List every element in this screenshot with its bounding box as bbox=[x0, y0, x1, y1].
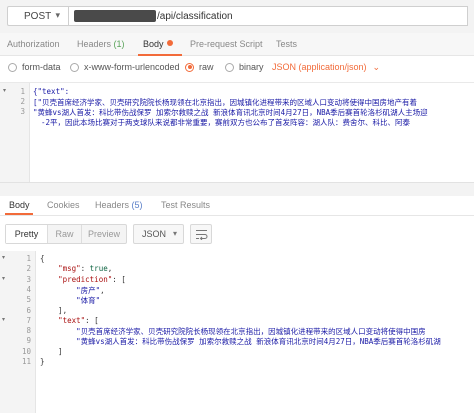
fold-arrow-icon[interactable]: ▾ bbox=[2, 254, 5, 261]
line-number: 2 bbox=[26, 264, 31, 274]
tab-pre-request-script[interactable]: Pre-request Script bbox=[190, 39, 263, 49]
radio-selected-icon bbox=[185, 62, 194, 72]
chevron-down-icon: ⌄ bbox=[372, 62, 381, 72]
line-number: 9 bbox=[26, 336, 31, 346]
tab-headers[interactable]: Headers (1) bbox=[77, 39, 125, 49]
response-code-line: ], bbox=[40, 305, 68, 315]
radio-circle-icon bbox=[225, 62, 234, 72]
response-code-line: "msg": true, bbox=[58, 264, 113, 274]
response-code-line: "prediction": [ bbox=[58, 274, 126, 284]
content-type-select[interactable]: JSON (application/json) ⌄ bbox=[272, 62, 380, 73]
active-tab-indicator bbox=[5, 213, 33, 215]
response-body-viewer[interactable]: ▾ 1 2 ▾ 3 4 5 6 ▾ 7 8 9 10 11 { "msg": true, "predict… bbox=[0, 251, 474, 413]
line-gutter: ▾ 1 2 ▾ 3 4 5 6 ▾ 7 8 9 10 11 bbox=[0, 251, 36, 413]
line-number: 1 bbox=[20, 87, 25, 96]
line-number: 1 bbox=[26, 254, 31, 263]
radio-circle-icon bbox=[8, 62, 17, 72]
url-path: /api/classification bbox=[157, 10, 233, 22]
chevron-down-icon: ▾ bbox=[55, 10, 60, 20]
tab-cookies[interactable]: Cookies bbox=[47, 200, 80, 210]
response-tabs: Body Cookies Headers (5) Test Results bbox=[0, 196, 474, 216]
tab-tests[interactable]: Tests bbox=[276, 39, 297, 49]
fold-arrow-icon[interactable]: ▾ bbox=[2, 316, 5, 323]
line-number: 4 bbox=[26, 284, 31, 294]
response-format-select[interactable]: JSON ▾ bbox=[133, 224, 184, 244]
radio-x-www-form-urlencoded[interactable]: x-www-form-urlencoded bbox=[70, 62, 180, 72]
response-code-line: { bbox=[40, 254, 45, 263]
radio-circle-icon bbox=[70, 62, 79, 72]
pane-divider[interactable] bbox=[0, 182, 474, 196]
url-input[interactable]: /api/classification bbox=[68, 6, 468, 26]
line-number: 6 bbox=[26, 305, 31, 315]
radio-binary[interactable]: binary bbox=[225, 62, 264, 72]
tab-response-body[interactable]: Body bbox=[9, 200, 30, 210]
tab-body[interactable]: Body bbox=[143, 39, 173, 49]
view-raw-button[interactable]: Raw bbox=[48, 225, 82, 243]
response-toolbar: Pretty Raw Preview JSON ▾ bbox=[0, 218, 474, 250]
code-line-wrap: -2平，因此本场比赛对于两支球队来说都非常重要，赛前双方也公布了首发阵容：湖人队… bbox=[41, 118, 411, 127]
line-number: 7 bbox=[26, 315, 31, 325]
request-url-bar: POST ▾ /api/classification bbox=[0, 0, 474, 33]
body-type-selector: form-data x-www-form-urlencoded raw bina… bbox=[0, 56, 474, 80]
line-gutter: ▾ 1 2 3 bbox=[0, 83, 30, 182]
line-number: 11 bbox=[21, 357, 31, 366]
fold-arrow-icon[interactable]: ▾ bbox=[3, 87, 6, 94]
wrap-lines-button[interactable] bbox=[190, 224, 212, 244]
line-number: 10 bbox=[21, 346, 31, 356]
method-select[interactable]: POST ▾ bbox=[7, 6, 69, 26]
request-body-editor[interactable]: ▾ 1 2 3 {"text": ["贝壳首席经济学家、贝壳研究院院长杨现领在北… bbox=[0, 82, 474, 182]
response-code-line: "text": [ bbox=[58, 315, 99, 325]
view-mode-toggle: Pretty Raw Preview bbox=[5, 224, 127, 244]
modified-dot-icon bbox=[166, 40, 173, 46]
method-label: POST bbox=[24, 10, 52, 22]
line-number: 5 bbox=[26, 295, 31, 305]
response-code-line: } bbox=[40, 357, 45, 366]
tab-authorization[interactable]: Authorization bbox=[7, 39, 60, 49]
view-preview-button[interactable]: Preview bbox=[82, 225, 126, 243]
request-tabs: Authorization Headers (1) Body Pre-reque… bbox=[0, 33, 474, 56]
chevron-down-icon: ▾ bbox=[172, 229, 177, 238]
wrap-lines-icon bbox=[196, 230, 208, 240]
tab-test-results[interactable]: Test Results bbox=[161, 200, 210, 210]
redacted-host bbox=[74, 10, 156, 22]
radio-form-data[interactable]: form-data bbox=[8, 62, 61, 72]
tab-response-headers[interactable]: Headers (5) bbox=[95, 200, 143, 210]
line-number: 8 bbox=[26, 326, 31, 336]
line-number: 3 bbox=[20, 107, 25, 116]
response-code-line: ] bbox=[40, 346, 63, 356]
fold-arrow-icon[interactable]: ▾ bbox=[2, 275, 5, 282]
view-pretty-button[interactable]: Pretty bbox=[6, 225, 48, 243]
line-number: 2 bbox=[20, 97, 25, 106]
line-number: 3 bbox=[26, 274, 31, 284]
radio-raw[interactable]: raw bbox=[185, 62, 214, 72]
code-line: {"text": bbox=[33, 87, 70, 96]
